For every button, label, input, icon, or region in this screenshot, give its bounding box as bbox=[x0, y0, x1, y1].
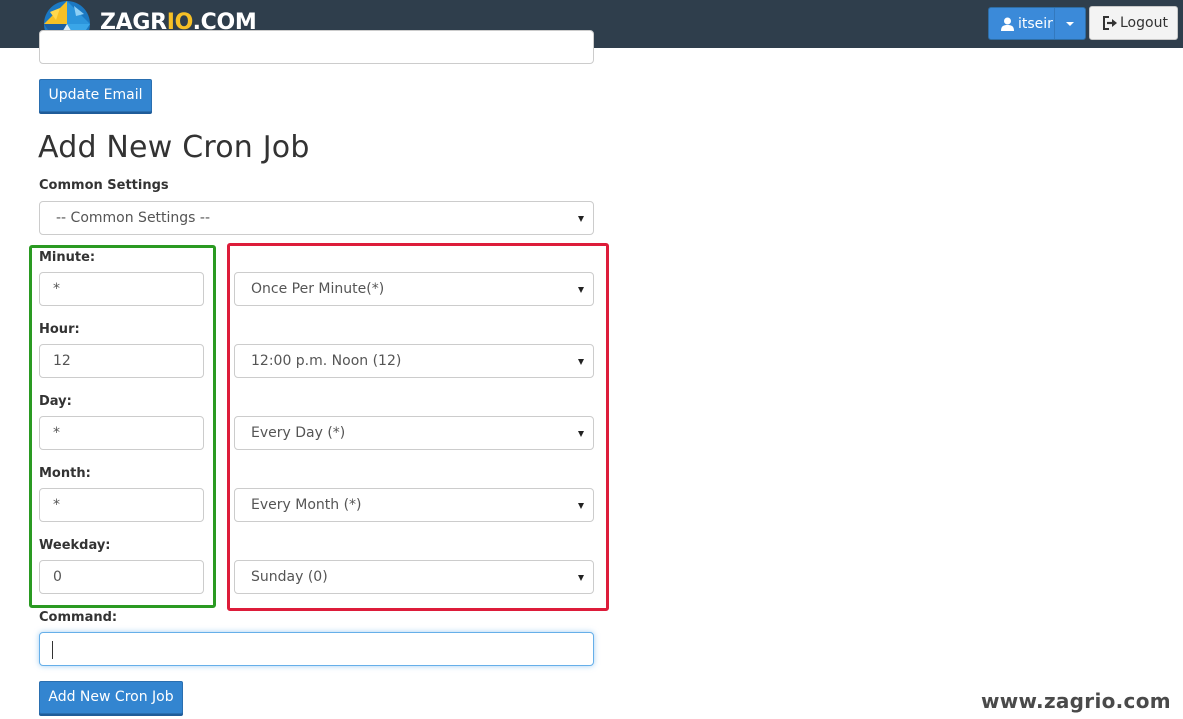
common-settings-value: -- Common Settings -- bbox=[56, 210, 211, 226]
day-select-value: Every Day (*) bbox=[251, 425, 346, 441]
minute-select-value: Once Per Minute(*) bbox=[251, 281, 385, 297]
minute-input[interactable]: * bbox=[39, 272, 204, 306]
weekday-input[interactable]: 0 bbox=[39, 560, 204, 594]
month-select-value: Every Month (*) bbox=[251, 497, 362, 513]
logout-button[interactable]: Logout bbox=[1089, 6, 1178, 40]
user-menu-button[interactable]: itseir bbox=[988, 7, 1086, 40]
add-cron-job-button[interactable]: Add New Cron Job bbox=[39, 681, 183, 714]
command-label: Command: bbox=[39, 610, 118, 625]
dropdown-arrow-icon bbox=[578, 503, 584, 509]
weekday-select[interactable]: Sunday (0) bbox=[234, 560, 594, 594]
weekday-select-value: Sunday (0) bbox=[251, 569, 328, 585]
dropdown-arrow-icon bbox=[578, 431, 584, 437]
month-select[interactable]: Every Month (*) bbox=[234, 488, 594, 522]
update-email-button[interactable]: Update Email bbox=[39, 79, 152, 112]
day-label: Day: bbox=[39, 394, 72, 409]
hour-select[interactable]: 12:00 p.m. Noon (12) bbox=[234, 344, 594, 378]
day-input[interactable]: * bbox=[39, 416, 204, 450]
user-icon bbox=[1001, 17, 1014, 31]
dropdown-arrow-icon bbox=[578, 287, 584, 293]
user-menu-divider bbox=[1054, 8, 1055, 39]
weekday-label: Weekday: bbox=[39, 538, 111, 553]
dropdown-arrow-icon bbox=[578, 216, 584, 222]
email-input[interactable] bbox=[39, 30, 594, 64]
user-menu-label: itseir bbox=[1018, 15, 1053, 32]
command-input[interactable] bbox=[39, 632, 594, 666]
month-input[interactable]: * bbox=[39, 488, 204, 522]
dropdown-arrow-icon bbox=[578, 359, 584, 365]
minute-label: Minute: bbox=[39, 250, 96, 265]
day-select[interactable]: Every Day (*) bbox=[234, 416, 594, 450]
common-settings-select[interactable]: -- Common Settings -- bbox=[39, 201, 594, 235]
hour-input[interactable]: 12 bbox=[39, 344, 204, 378]
month-label: Month: bbox=[39, 466, 91, 481]
sign-out-icon bbox=[1103, 16, 1117, 30]
watermark: www.zagrio.com bbox=[981, 689, 1171, 713]
logout-label: Logout bbox=[1120, 15, 1168, 31]
minute-select[interactable]: Once Per Minute(*) bbox=[234, 272, 594, 306]
common-settings-label: Common Settings bbox=[39, 178, 169, 193]
dropdown-arrow-icon bbox=[578, 575, 584, 581]
hour-select-value: 12:00 p.m. Noon (12) bbox=[251, 353, 402, 369]
text-cursor bbox=[52, 641, 53, 659]
page-title: Add New Cron Job bbox=[38, 130, 310, 165]
hour-label: Hour: bbox=[39, 322, 80, 337]
chevron-down-icon[interactable] bbox=[1066, 22, 1074, 26]
